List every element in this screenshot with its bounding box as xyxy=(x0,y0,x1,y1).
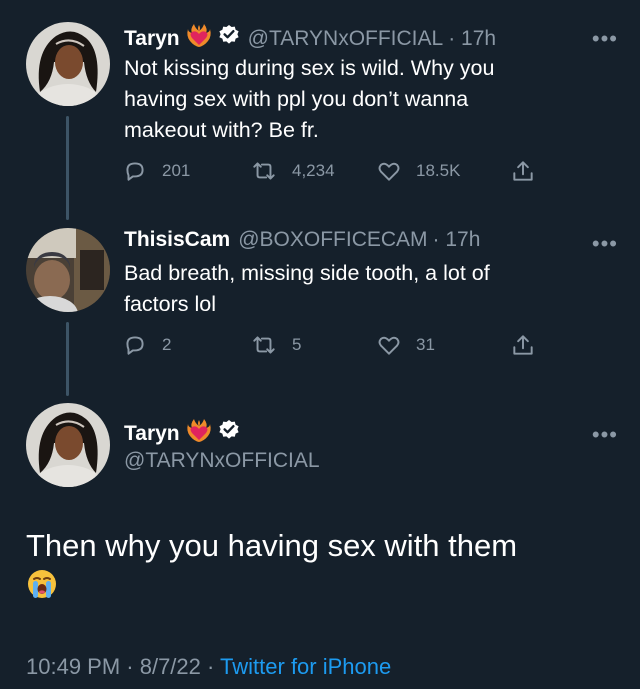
more-icon[interactable]: ••• xyxy=(592,424,618,446)
tweet2-text-line-2: factors lol xyxy=(124,292,217,316)
tweet3-meta: 10:49 PM · 8/7/22 · Twitter for iPhone xyxy=(26,654,391,680)
tweet3-header: Taryn xyxy=(124,417,240,450)
tweet2-retweet-button[interactable]: 5 xyxy=(250,332,301,358)
tweet3-timestamp[interactable]: 10:49 PM · 8/7/22 · xyxy=(26,654,220,679)
tweet1-name[interactable]: Taryn xyxy=(124,26,180,52)
tweet1-actions: 201 4,234 18.5K xyxy=(122,158,542,188)
tweet1-handle[interactable]: @TARYNxOFFICIAL xyxy=(248,26,444,52)
avatar-taryn-1[interactable] xyxy=(26,22,110,106)
tweet1-time[interactable]: · 17h xyxy=(448,26,496,52)
retweet-icon xyxy=(253,336,275,354)
tweet2-like-button[interactable]: 31 xyxy=(376,332,435,358)
avatar-thisiscam[interactable] xyxy=(26,228,110,312)
tweet1-retweet-count: 4,234 xyxy=(292,161,335,180)
tweet2-like-count: 31 xyxy=(416,335,435,354)
tweet1-text-line-1: Not kissing during sex is wild. Why you xyxy=(124,56,495,80)
like-icon xyxy=(378,162,400,181)
tweet1-retweet-button[interactable]: 4,234 xyxy=(250,158,335,184)
tweet1-reply-button[interactable]: 201 xyxy=(122,158,190,184)
tweet3-handle[interactable]: @TARYNxOFFICIAL xyxy=(124,448,320,474)
tweet2-retweet-count: 5 xyxy=(292,335,302,354)
thread-screenshot: Taryn @TARYNxOFFICIAL · 17h ••• Not kiss… xyxy=(0,0,640,689)
tweet3-source-link[interactable]: Twitter for iPhone xyxy=(220,654,391,679)
share-icon xyxy=(513,161,533,181)
tweet2-time[interactable]: · 17h xyxy=(433,227,481,253)
loudly-crying-face-emoji xyxy=(26,568,517,610)
tweet3-text: Then why you having sex with them xyxy=(26,526,517,610)
more-icon[interactable]: ••• xyxy=(592,28,618,50)
reply-icon xyxy=(126,162,144,181)
tweet1-text-line-2: having sex with ppl you don’t wanna xyxy=(124,87,469,111)
tweet1-header: Taryn @TARYNxOFFICIAL · 17h xyxy=(124,22,496,55)
tweet2-share-button[interactable] xyxy=(510,332,550,358)
heart-on-fire-emoji xyxy=(186,22,212,55)
heart-on-fire-emoji xyxy=(186,417,212,450)
tweet1-share-button[interactable] xyxy=(510,158,550,184)
thread-line-2 xyxy=(66,322,69,396)
tweet2-header: ThisisCam @BOXOFFICECAM · 17h xyxy=(124,227,480,253)
tweet2-text: Bad breath, missing side tooth, a lot of… xyxy=(124,258,574,320)
tweet2-reply-count: 2 xyxy=(162,335,172,354)
like-icon xyxy=(378,336,400,355)
tweet1-like-count: 18.5K xyxy=(416,161,461,180)
tweet2-name[interactable]: ThisisCam xyxy=(124,227,230,253)
verified-badge-icon xyxy=(218,419,240,448)
thread-line-1 xyxy=(66,116,69,220)
tweet1-text-line-3: makeout with? Be fr. xyxy=(124,118,319,142)
tweet1-like-button[interactable]: 18.5K xyxy=(376,158,460,184)
tweet2-reply-button[interactable]: 2 xyxy=(122,332,171,358)
tweet2-text-line-1: Bad breath, missing side tooth, a lot of xyxy=(124,261,490,285)
reply-icon xyxy=(126,336,144,355)
tweet1-reply-count: 201 xyxy=(162,161,191,180)
tweet1-text: Not kissing during sex is wild. Why you … xyxy=(124,53,574,146)
avatar-taryn-2[interactable] xyxy=(26,403,110,487)
verified-badge-icon xyxy=(218,24,240,53)
tweet2-actions: 2 5 31 xyxy=(122,332,542,362)
retweet-icon xyxy=(253,162,275,180)
share-icon xyxy=(513,335,533,355)
tweet3-text-line: Then why you having sex with them xyxy=(26,528,518,563)
more-icon[interactable]: ••• xyxy=(592,233,618,255)
tweet2-handle[interactable]: @BOXOFFICECAM xyxy=(238,227,427,253)
tweet3-name[interactable]: Taryn xyxy=(124,421,180,447)
